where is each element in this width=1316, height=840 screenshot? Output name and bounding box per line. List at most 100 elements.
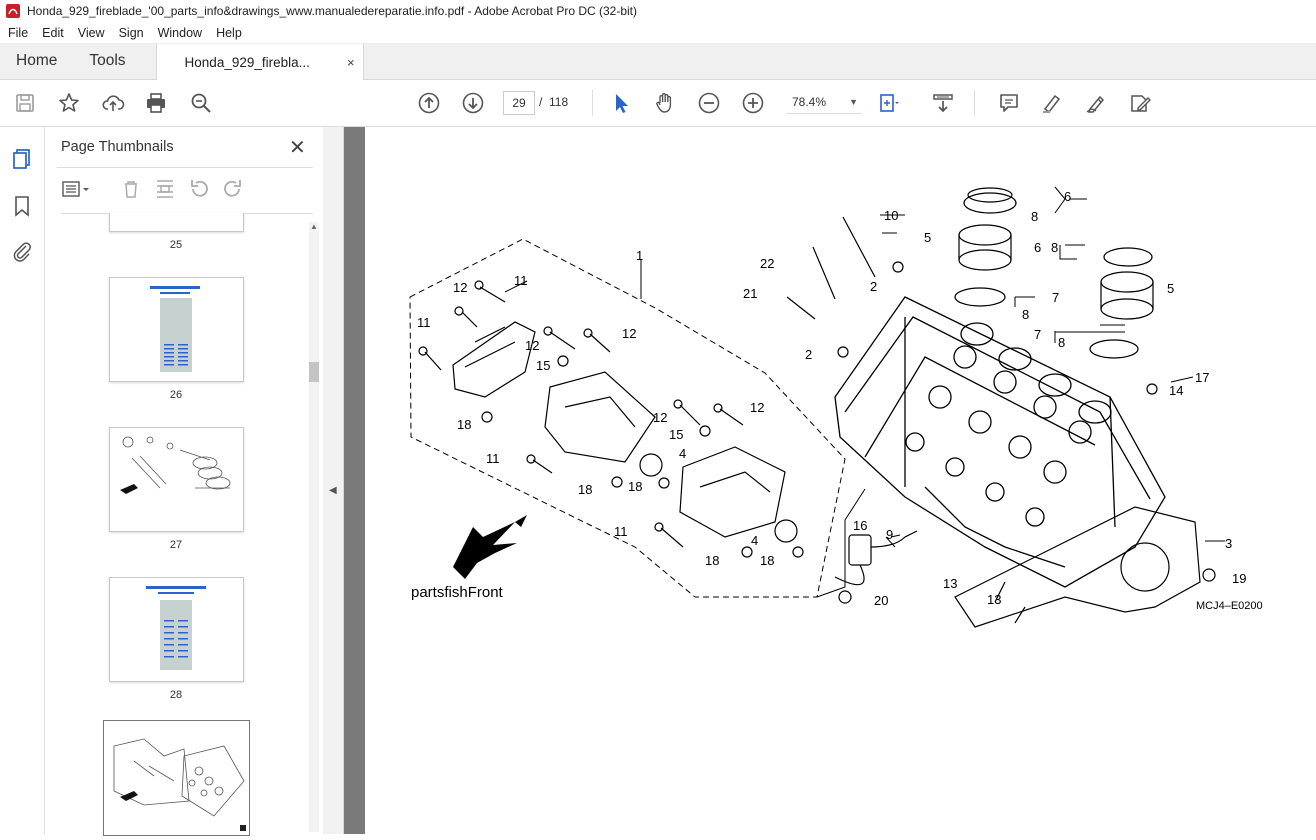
callout-label: 8 xyxy=(1022,307,1029,322)
title-bar: Honda_929_fireblade_'00_parts_info&drawi… xyxy=(0,0,1316,22)
callout-label: 12 xyxy=(453,280,467,295)
pdf-page: 1 2 2 3 4 4 5 5 6 6 7 7 8 8 8 8 9 10 11 … xyxy=(365,127,1316,834)
callout-label: 8 xyxy=(1058,335,1065,350)
callout-label: 7 xyxy=(1034,327,1041,342)
delete-page-icon[interactable] xyxy=(119,177,143,201)
fit-page-icon[interactable] xyxy=(876,91,900,115)
scroll-up-icon[interactable]: ▲ xyxy=(309,222,319,231)
previous-page-icon[interactable] xyxy=(417,91,441,115)
panel-title: Page Thumbnails xyxy=(61,139,174,155)
callout-label: 13 xyxy=(987,592,1001,607)
thumbnail-toolbar xyxy=(61,177,313,214)
partsfish-logo-icon xyxy=(453,515,527,579)
sign-pen-icon[interactable] xyxy=(1084,91,1108,115)
page-thumbnail[interactable] xyxy=(109,213,244,232)
page-thumbnail[interactable] xyxy=(109,577,244,682)
rotate-left-icon[interactable] xyxy=(187,177,211,201)
callout-label: 8 xyxy=(1031,209,1038,224)
callout-label: 18 xyxy=(628,479,642,494)
next-page-icon[interactable] xyxy=(461,91,485,115)
print-icon[interactable] xyxy=(144,91,168,115)
options-menu-icon[interactable] xyxy=(61,177,89,201)
callout-label: 2 xyxy=(870,279,877,294)
acrobat-app-icon xyxy=(6,4,20,18)
bolts xyxy=(418,216,1216,624)
close-icon[interactable]: ✕ xyxy=(289,135,306,160)
panel-collapse-strip[interactable]: ◀ xyxy=(323,127,344,834)
callout-label: 11 xyxy=(514,273,528,288)
tab-document[interactable]: Honda_929_firebla... × xyxy=(155,44,364,80)
menu-view[interactable]: View xyxy=(71,26,112,40)
zoom-level-value: 78.4% xyxy=(792,95,827,109)
highlight-pen-icon[interactable] xyxy=(1040,91,1064,115)
tab-home[interactable]: Home xyxy=(0,43,73,79)
tab-tools[interactable]: Tools xyxy=(73,43,141,79)
page-thumbnail[interactable] xyxy=(109,277,244,382)
callout-label: 3 xyxy=(1225,536,1232,551)
callout-label: 12 xyxy=(622,326,636,341)
callout-label: 18 xyxy=(760,553,774,568)
callout-label: 4 xyxy=(751,533,758,548)
zoom-in-icon[interactable] xyxy=(741,91,765,115)
callout-label: 20 xyxy=(874,593,888,608)
callout-label: 19 xyxy=(1232,571,1246,586)
thumbnail-label: 25 xyxy=(169,239,183,251)
callout-label: 11 xyxy=(486,451,500,466)
callout-label: 12 xyxy=(653,410,667,425)
star-icon[interactable] xyxy=(57,91,81,115)
select-cursor-icon[interactable] xyxy=(609,91,633,115)
menu-sign[interactable]: Sign xyxy=(112,26,151,40)
callout-label: 12 xyxy=(525,338,539,353)
thumbnail-preview xyxy=(150,286,200,372)
hand-tool-icon[interactable] xyxy=(653,91,677,115)
page-number-input[interactable]: 29 xyxy=(503,91,535,115)
page-separator: / xyxy=(539,95,543,109)
callout-label: 18 xyxy=(578,482,592,497)
bookmark-icon[interactable] xyxy=(10,194,34,218)
menu-edit[interactable]: Edit xyxy=(35,26,71,40)
toolbar-divider xyxy=(592,90,593,116)
thumbnail-panel: Page Thumbnails ✕ ▲ 25 26 27 28 xyxy=(45,127,324,836)
menu-file[interactable]: File xyxy=(0,26,35,40)
thumbnail-scrollbar[interactable]: ▲ xyxy=(309,222,319,832)
left-navigation-rail xyxy=(0,127,45,834)
menu-help[interactable]: Help xyxy=(209,26,249,40)
thumbnail-label: 26 xyxy=(169,389,183,401)
share-cloud-icon[interactable] xyxy=(101,91,125,115)
edit-pdf-icon[interactable] xyxy=(1128,91,1152,115)
partsfish-watermark: partsfishFront xyxy=(411,584,504,601)
callout-label: 15 xyxy=(669,427,683,442)
sensor-harness xyxy=(834,530,918,586)
callout-label: 10 xyxy=(884,208,898,223)
callout-label: 8 xyxy=(1051,240,1058,255)
zoom-out-icon[interactable] xyxy=(697,91,721,115)
callouts: 1 2 2 3 4 4 5 5 6 6 7 7 8 8 8 8 9 10 11 … xyxy=(417,189,1246,608)
scrollbar-handle[interactable] xyxy=(309,362,319,382)
head-gasket xyxy=(954,506,1201,628)
search-zoom-icon[interactable] xyxy=(189,91,213,115)
window-title: Honda_929_fireblade_'00_parts_info&drawi… xyxy=(27,4,638,18)
collapse-arrow-icon[interactable]: ◀ xyxy=(329,485,337,496)
callout-label: 18 xyxy=(705,553,719,568)
page-thumbnail[interactable] xyxy=(109,427,244,532)
attachment-icon[interactable] xyxy=(10,239,34,263)
callout-label: 7 xyxy=(1052,290,1059,305)
callout-label: 5 xyxy=(924,230,931,245)
callout-label: 4 xyxy=(679,446,686,461)
menu-window[interactable]: Window xyxy=(151,26,209,40)
page-thumbnail-selected[interactable] xyxy=(103,720,250,836)
panel-divider xyxy=(57,167,313,168)
save-icon[interactable] xyxy=(13,91,37,115)
tab-bar: Home Tools Honda_929_firebla... × xyxy=(0,43,1316,80)
comment-icon[interactable] xyxy=(997,91,1021,115)
page-thumbnails-icon[interactable] xyxy=(10,147,34,171)
chevron-down-icon: ▼ xyxy=(849,97,858,107)
scroll-mode-icon[interactable] xyxy=(931,91,955,115)
zoom-level-select[interactable]: 78.4% ▼ xyxy=(786,91,862,114)
thumbnail-preview xyxy=(120,436,231,494)
document-viewer[interactable]: 1 2 2 3 4 4 5 5 6 6 7 7 8 8 8 8 9 10 11 … xyxy=(344,127,1316,834)
callout-label: 12 xyxy=(750,400,764,415)
rotate-right-icon[interactable] xyxy=(221,177,245,201)
extract-page-icon[interactable] xyxy=(153,177,177,201)
tab-close-icon[interactable]: × xyxy=(347,55,355,70)
